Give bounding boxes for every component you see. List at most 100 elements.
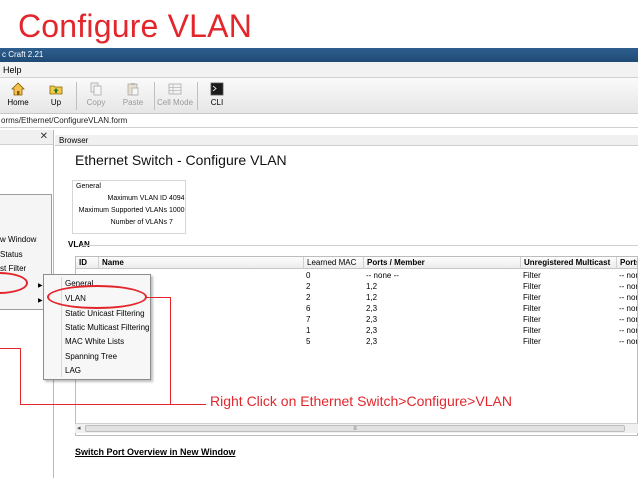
slide-title: Configure VLAN xyxy=(18,8,253,44)
table-cell: 1 xyxy=(306,326,311,335)
table-cell: -- none xyxy=(619,315,637,324)
menu-item-static-unicast[interactable]: Static Unicast Filtering xyxy=(65,309,145,318)
toolbar-separator xyxy=(197,82,198,110)
table-cell: -- none xyxy=(619,293,637,302)
submenu-arrow-icon: ▶ xyxy=(38,298,43,304)
table-row[interactable]: 2 1,2 Filter -- none xyxy=(76,293,637,304)
vlan-section-divider xyxy=(82,245,638,246)
home-button[interactable]: Home xyxy=(0,80,36,112)
table-cell: -- none -- xyxy=(366,271,399,280)
menu-item-mac-white-lists[interactable]: MAC White Lists xyxy=(65,337,124,346)
table-row[interactable]: 0 -- none -- Filter -- none xyxy=(76,271,637,282)
cell-mode-label: Cell Mode xyxy=(157,98,194,107)
switch-port-overview-link[interactable]: Switch Port Overview in New Window xyxy=(75,447,235,457)
table-row[interactable]: 7 2,3 Filter -- none xyxy=(76,315,637,326)
copy-button[interactable]: Copy xyxy=(78,80,114,112)
table-cell: 2,3 xyxy=(366,304,378,313)
table-row[interactable]: 5 2,3 Filter -- none xyxy=(76,337,637,348)
submenu-arrow-icon: ▶ xyxy=(38,283,43,289)
table-cell: 2,3 xyxy=(366,315,378,324)
table-cell: -- none xyxy=(619,282,637,291)
copy-label: Copy xyxy=(86,98,106,107)
table-row[interactable]: 1 2,3 Filter -- none xyxy=(76,326,637,337)
horizontal-scrollbar[interactable]: ◂ ≡ xyxy=(75,423,638,433)
up-button[interactable]: Up xyxy=(38,80,74,112)
highlight-ellipse-vlan xyxy=(47,285,147,309)
general-legend: General xyxy=(76,183,101,190)
table-cell: Filter xyxy=(523,293,541,302)
left-pane-header: ✕ xyxy=(0,130,53,145)
folder-up-icon xyxy=(49,85,63,95)
toolbar-separator xyxy=(154,82,155,110)
table-cell: 2,3 xyxy=(366,337,378,346)
cell-mode-button[interactable]: Cell Mode xyxy=(157,80,193,112)
annotation-connector xyxy=(170,404,206,405)
menu-item-spanning-tree[interactable]: Spanning Tree xyxy=(65,352,117,361)
menu-help[interactable]: Help xyxy=(3,65,22,75)
context-menu-item[interactable]: Status xyxy=(0,250,23,259)
paste-button[interactable]: Paste xyxy=(115,80,151,112)
table-cell: Filter xyxy=(523,326,541,335)
general-row-value: 4094 xyxy=(169,195,185,202)
table-cell: 2 xyxy=(306,293,311,302)
table-cell: 1,2 xyxy=(366,282,378,291)
table-cell: Filter xyxy=(523,315,541,324)
annotation-connector xyxy=(20,404,170,405)
house-icon xyxy=(11,82,25,96)
table-cell: Filter xyxy=(523,304,541,313)
table-cell: -- none xyxy=(619,304,637,313)
cli-label: CLI xyxy=(210,98,224,107)
menu-item-lag[interactable]: LAG xyxy=(65,366,81,375)
column-header-learned-mac[interactable]: Learned MAC xyxy=(304,257,364,269)
table-row[interactable]: 2 1,2 Filter -- none xyxy=(76,282,637,293)
table-cell: 2 xyxy=(306,282,311,291)
table-cell: -- none xyxy=(619,271,637,280)
table-cell: 6 xyxy=(306,304,311,313)
vlan-table: ID Name Learned MAC Ports / Member Unreg… xyxy=(75,256,638,436)
table-cell: Filter xyxy=(523,282,541,291)
browser-tab[interactable]: Browser xyxy=(55,135,638,146)
close-icon[interactable]: ✕ xyxy=(40,131,48,142)
paste-icon xyxy=(127,83,139,96)
toolbar: Home Up Copy Paste Cell Mode CLI xyxy=(0,78,638,114)
column-header-name[interactable]: Name xyxy=(99,257,304,269)
table-cell: -- none xyxy=(619,326,637,335)
table-row[interactable]: 6 2,3 Filter -- none xyxy=(76,304,637,315)
app-title-bar: c Craft 2.21 xyxy=(0,48,638,62)
table-cell: Filter xyxy=(523,271,541,280)
context-menu-item[interactable]: w Window xyxy=(0,235,36,244)
annotation-connector xyxy=(0,348,20,349)
general-row-label: Maximum VLAN ID xyxy=(107,195,167,202)
table-cell: Filter xyxy=(523,337,541,346)
toolbar-separator xyxy=(76,82,77,110)
general-row-value: 7 xyxy=(169,219,173,226)
table-cell: 2,3 xyxy=(366,326,378,335)
column-header-unregistered-multicast[interactable]: Unregistered Multicast xyxy=(521,257,617,269)
column-header-id[interactable]: ID xyxy=(76,257,99,269)
copy-icon xyxy=(90,82,102,96)
page-title: Ethernet Switch - Configure VLAN xyxy=(75,152,287,168)
scroll-left-icon[interactable]: ◂ xyxy=(77,424,81,432)
terminal-icon xyxy=(210,82,224,96)
menu-item-static-multicast[interactable]: Static Multicast Filtering xyxy=(65,323,149,332)
menu-bar: Help xyxy=(0,62,638,78)
annotation-connector xyxy=(170,297,171,404)
annotation-text: Right Click on Ethernet Switch>Configure… xyxy=(210,393,512,409)
home-label: Home xyxy=(7,98,29,107)
cli-button[interactable]: CLI xyxy=(199,80,235,112)
general-row-label: Number of VLANs xyxy=(110,219,167,226)
up-label: Up xyxy=(50,98,62,107)
column-header-ports[interactable]: Ports xyxy=(617,257,637,269)
table-cell: 7 xyxy=(306,315,311,324)
column-header-ports-member[interactable]: Ports / Member xyxy=(364,257,521,269)
general-row-label: Maximum Supported VLANs xyxy=(78,207,167,214)
cell-mode-icon xyxy=(168,83,182,95)
address-bar[interactable]: orms/Ethernet/ConfigureVLAN.form xyxy=(0,114,638,128)
table-cell: 5 xyxy=(306,337,311,346)
table-cell: -- none xyxy=(619,337,637,346)
scroll-thumb[interactable]: ≡ xyxy=(85,425,625,432)
table-cell: 0 xyxy=(306,271,311,280)
table-cell: 1,2 xyxy=(366,293,378,302)
annotation-connector xyxy=(145,297,170,298)
general-group: General Maximum VLAN ID 4094 Maximum Sup… xyxy=(72,180,186,234)
